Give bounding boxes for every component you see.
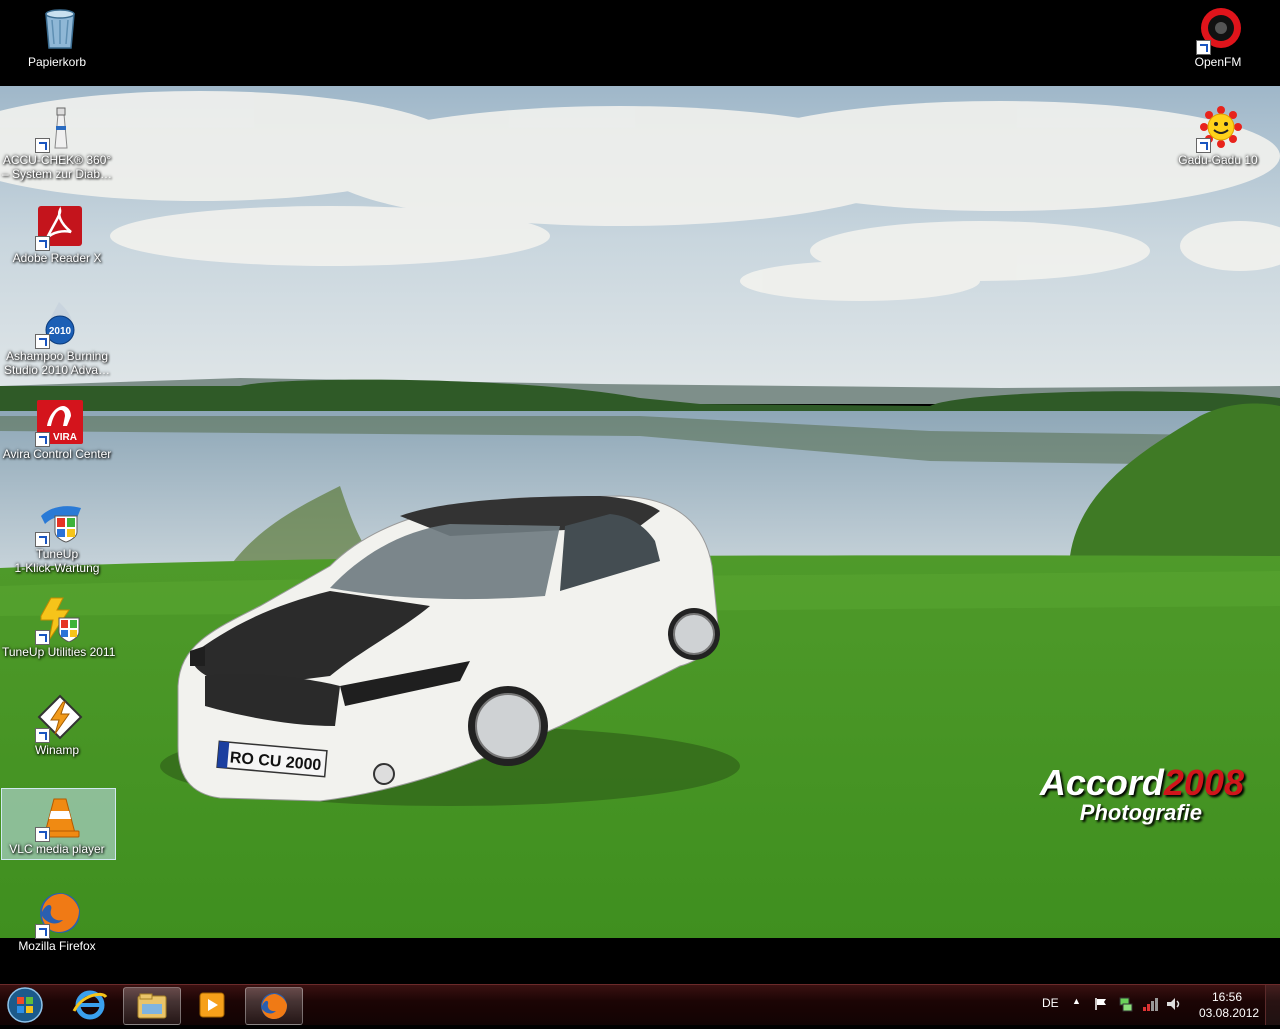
recycle-bin-icon: [45, 9, 75, 49]
media-player-icon: [199, 992, 225, 1018]
desktop-icon-ashampoo[interactable]: 2010 Ashampoo Burning Studio 2010 Adva…: [2, 296, 112, 382]
desktop-icon-label: Gadu-Gadu 10: [1178, 153, 1258, 167]
internet-explorer-icon: [72, 990, 108, 1020]
watermark-title: Accord2008: [1039, 762, 1244, 803]
file-explorer-icon: [137, 993, 167, 1019]
shortcut-arrow-icon: [1196, 40, 1211, 55]
desktop-icon-adobe-reader[interactable]: Adobe Reader X: [2, 198, 112, 268]
desktop-icon-avira[interactable]: VIRA Avira Control Center: [2, 394, 112, 464]
shortcut-arrow-icon: [35, 924, 50, 939]
taskbar-firefox[interactable]: [245, 987, 303, 1025]
svg-text:VIRA: VIRA: [53, 432, 77, 443]
desktop-icon-tuneup-1-klick[interactable]: TuneUp 1-Klick-Wartung: [2, 494, 112, 580]
shortcut-arrow-icon: [35, 236, 50, 251]
desktop-icon-label: VLC media player: [9, 842, 105, 856]
language-indicator[interactable]: DE: [1042, 996, 1059, 1010]
start-orb-icon[interactable]: [4, 986, 46, 1024]
desktop-icon-label: TuneUp Utilities 2011: [2, 645, 116, 659]
shortcut-arrow-icon: [35, 432, 50, 447]
shortcut-arrow-icon: [35, 532, 50, 547]
shortcut-arrow-icon: [35, 827, 50, 842]
clock-time[interactable]: 16:56: [1212, 990, 1242, 1004]
svg-text:2010: 2010: [49, 326, 72, 337]
show-hidden-icons-icon[interactable]: ▲: [1072, 996, 1081, 1006]
watermark-subtitle: Photografie: [1079, 800, 1202, 825]
network-icon[interactable]: [1118, 996, 1134, 1012]
clock-date[interactable]: 03.08.2012: [1199, 1006, 1259, 1020]
desktop-icon-openfm[interactable]: OpenFM: [1163, 2, 1273, 72]
desktop-icon-label: OpenFM: [1194, 55, 1242, 69]
shortcut-arrow-icon: [35, 138, 50, 153]
desktop-icon-tuneup-utilities[interactable]: TuneUp Utilities 2011: [2, 592, 116, 662]
signal-bars-icon[interactable]: [1142, 997, 1160, 1011]
desktop-icon-winamp[interactable]: Winamp: [2, 690, 112, 760]
desktop-icon-label: Mozilla Firefox: [18, 939, 96, 953]
desktop-icon-firefox[interactable]: Mozilla Firefox: [2, 886, 112, 956]
shortcut-arrow-icon: [35, 728, 50, 743]
shortcut-arrow-icon: [1196, 138, 1211, 153]
desktop-icon-gadu-gadu[interactable]: Gadu-Gadu 10: [1163, 100, 1273, 170]
desktop-icon-vlc[interactable]: VLC media player: [1, 788, 116, 860]
shortcut-arrow-icon: [35, 334, 50, 349]
desktop-icon-label: Avira Control Center: [2, 447, 112, 461]
shortcut-arrow-icon: [35, 630, 50, 645]
taskbar: DE ▲ 16:56 03.08.2012: [0, 984, 1280, 1025]
desktop-icon-label: Ashampoo Burning Studio 2010 Adva…: [3, 349, 111, 377]
desktop-icon-label: TuneUp 1-Klick-Wartung: [14, 547, 100, 575]
taskbar-internet-explorer[interactable]: [62, 987, 118, 1023]
desktop-icon-label: Adobe Reader X: [12, 251, 102, 265]
show-desktop-button[interactable]: [1265, 985, 1280, 1025]
firefox-icon: [261, 993, 287, 1019]
taskbar-media-player[interactable]: [184, 987, 240, 1023]
action-center-flag-icon[interactable]: [1094, 997, 1108, 1011]
taskbar-file-explorer[interactable]: [123, 987, 181, 1025]
desktop-icon-accu-chek[interactable]: ACCU-CHEK® 360° – System zur Diab…: [2, 100, 112, 186]
desktop-icon-label: ACCU-CHEK® 360° – System zur Diab…: [2, 153, 113, 181]
desktop-icon-recycle-bin[interactable]: Papierkorb: [2, 2, 112, 72]
volume-icon[interactable]: [1166, 997, 1182, 1011]
desktop-icon-label: Winamp: [34, 743, 79, 757]
desktop-icon-label: Papierkorb: [27, 55, 87, 69]
